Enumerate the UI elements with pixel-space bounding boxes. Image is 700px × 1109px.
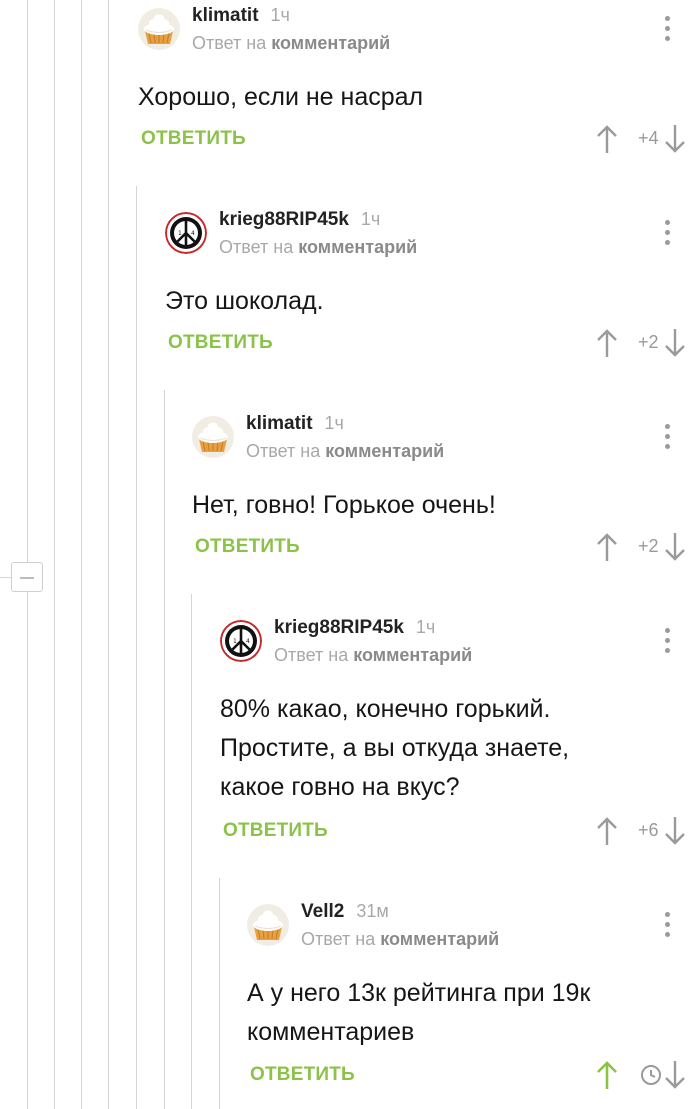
thread-line [108,0,109,1109]
reply-to-label: Ответ на комментарий [246,441,445,461]
reply-to-link[interactable]: комментарий [353,645,472,665]
thread-line [0,577,11,578]
reply-to-label: Ответ на комментарий [274,645,473,665]
comment-text: Это шоколад. [165,287,324,315]
more-options-icon[interactable] [663,912,671,938]
collapse-thread-button[interactable] [11,562,43,592]
thread-line [191,594,192,1109]
more-options-icon[interactable] [663,628,671,654]
downvote-arrow-icon[interactable] [664,532,686,562]
reply-to-link[interactable]: комментарий [325,441,444,461]
downvote-arrow-icon[interactable] [664,1060,686,1090]
comment-author[interactable]: krieg88RIP45k 1ч [219,209,380,231]
thread-line [27,592,28,1109]
svg-text:4: 4 [191,230,195,237]
upvote-arrow-icon[interactable] [596,328,618,358]
comment-text: Нет, говно! Горькое очень! [192,491,496,519]
thread-line [164,390,165,1109]
thread-line [27,0,28,562]
comment-text: 80% какао, конечно горький. Простите, а … [220,695,570,801]
comment: klimatit 1ч Ответ на комментарий Хорошо, … [138,0,700,170]
cupcake-avatar[interactable] [247,904,289,946]
downvote-arrow-icon[interactable] [664,816,686,846]
reply-button[interactable]: ОТВЕТИТЬ [168,332,273,354]
downvote-arrow-icon[interactable] [664,124,686,154]
rating-count: +4 [638,128,659,148]
svg-text:1: 1 [178,230,182,237]
comment-author[interactable]: klimatit 1ч [192,5,290,27]
comment-author[interactable]: klimatit 1ч [246,413,344,435]
vote-block: +4 [580,124,700,154]
comment: Vell2 31м Ответ на комментарий А у него 1… [247,896,700,1106]
vote-block: +2 [580,532,700,562]
more-options-icon[interactable] [663,220,671,246]
more-options-icon[interactable] [663,16,671,42]
svg-text:4: 4 [246,638,250,645]
comment: 1 4 krieg88RIP45k 1ч Ответ на комментарий… [165,204,700,374]
upvote-arrow-icon[interactable] [596,816,618,846]
rating-count: +2 [638,536,659,556]
cupcake-avatar[interactable] [192,416,234,458]
upvote-arrow-icon[interactable] [596,532,618,562]
comment-author[interactable]: krieg88RIP45k 1ч [274,617,435,639]
clock-icon [641,1065,661,1085]
comment: klimatit 1ч Ответ на комментарий Нет, гов… [192,408,700,578]
reply-to-link[interactable]: комментарий [380,929,499,949]
comment-time: 1ч [360,209,381,229]
more-options-icon[interactable] [663,424,671,450]
thread-line [54,0,55,1109]
thread-line [219,878,220,1109]
comment-author[interactable]: Vell2 31м [301,901,389,923]
comment-time: 1ч [415,617,436,637]
vote-block: +6 [580,816,700,846]
reply-to-link[interactable]: комментарий [271,33,390,53]
comment-time: 31м [356,901,389,921]
reply-to-link[interactable]: комментарий [298,237,417,257]
peace-sign-avatar[interactable]: 1 4 [165,212,207,254]
reply-button[interactable]: ОТВЕТИТЬ [250,1064,355,1086]
downvote-arrow-icon[interactable] [664,328,686,358]
comment-time: 1ч [270,5,290,25]
upvote-arrow-icon[interactable] [596,124,618,154]
vote-block: +2 [580,328,700,358]
reply-button[interactable]: ОТВЕТИТЬ [141,128,246,150]
reply-to-label: Ответ на комментарий [301,929,500,949]
vote-block [580,1060,700,1090]
comment-text: Хорошо, если не насрал [138,83,424,111]
peace-sign-avatar[interactable]: 1 4 [220,620,262,662]
reply-button[interactable]: ОТВЕТИТЬ [223,820,328,842]
cupcake-avatar[interactable] [138,8,180,50]
reply-to-label: Ответ на комментарий [192,33,391,53]
reply-to-label: Ответ на комментарий [219,237,418,257]
upvote-arrow-icon[interactable] [596,1060,618,1090]
rating-count: +6 [638,820,659,840]
thread-line [81,0,82,1109]
comment-time: 1ч [324,413,344,433]
reply-button[interactable]: ОТВЕТИТЬ [195,536,300,558]
svg-text:1: 1 [233,638,237,645]
comment-text: А у него 13к рейтинга при 19к комментари… [247,979,591,1046]
thread-line [136,186,137,1109]
comment: 1 4 krieg88RIP45k 1ч Ответ на комментарий… [220,612,700,862]
rating-count: +2 [638,332,659,352]
